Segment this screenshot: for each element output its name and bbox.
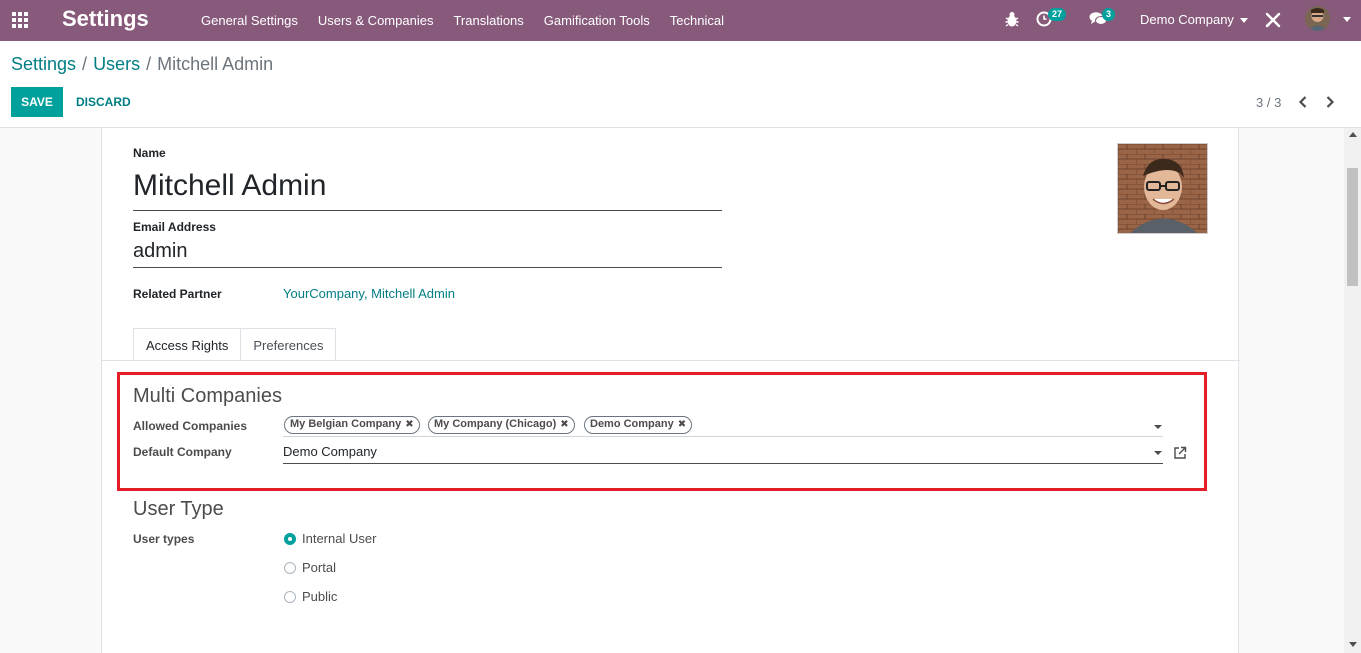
tag-my-belgian-company: My Belgian Company ✖: [284, 416, 420, 434]
default-company-value: Demo Company: [283, 444, 377, 459]
bug-icon[interactable]: [1004, 10, 1020, 28]
scroll-down-arrow-icon[interactable]: [1349, 642, 1357, 647]
related-partner-link[interactable]: YourCompany, Mitchell Admin: [283, 286, 455, 301]
control-panel: Settings / Users / Mitchell Admin SAVE DISCA…: [0, 41, 1361, 128]
name-label: Name: [133, 146, 166, 160]
menu-users-companies[interactable]: Users & Companies: [308, 13, 444, 28]
radio-unchecked-icon[interactable]: [284, 590, 296, 603]
remove-tag-icon[interactable]: ✖: [678, 419, 686, 430]
email-field[interactable]: admin: [133, 240, 187, 263]
tools-icon[interactable]: [1265, 12, 1281, 28]
breadcrumb-separator: /: [82, 54, 88, 74]
message-count-badge: 3: [1102, 8, 1116, 21]
related-partner-label: Related Partner: [133, 287, 222, 301]
allowed-companies-field[interactable]: My Belgian Company ✖ My Company (Chicago)…: [283, 416, 1163, 437]
app-title[interactable]: Settings: [62, 6, 149, 32]
external-link-icon[interactable]: [1173, 446, 1187, 460]
multi-companies-title: Multi Companies: [133, 385, 282, 407]
allowed-companies-label: Allowed Companies: [133, 419, 248, 433]
form-tabs: Access Rights Preferences: [133, 328, 337, 361]
tag-my-company-chicago: My Company (Chicago) ✖: [428, 416, 575, 434]
discard-button[interactable]: DISCARD: [76, 87, 131, 117]
company-switcher-label: Demo Company: [1140, 12, 1234, 27]
chevron-left-icon[interactable]: [1297, 95, 1309, 109]
breadcrumb-settings[interactable]: Settings: [11, 54, 76, 74]
chevron-down-icon: [1239, 18, 1248, 24]
tab-preferences[interactable]: Preferences: [240, 328, 337, 361]
radio-public[interactable]: Public: [284, 589, 337, 604]
tag-label: My Company (Chicago): [434, 418, 557, 430]
user-types-label: User types: [133, 532, 195, 546]
breadcrumb-users[interactable]: Users: [93, 54, 140, 74]
scrollbar-thumb[interactable]: [1347, 168, 1358, 286]
radio-checked-icon[interactable]: [284, 532, 296, 545]
menu-general-settings[interactable]: General Settings: [191, 13, 308, 28]
email-label: Email Address: [133, 220, 216, 234]
email-field-underline: [133, 267, 722, 268]
remove-tag-icon[interactable]: ✖: [405, 419, 413, 430]
radio-label: Internal User: [302, 531, 377, 546]
tag-label: My Belgian Company: [290, 418, 402, 430]
default-company-label: Default Company: [133, 445, 232, 459]
form-sheet: Name Mitchell Admin Email Address admin …: [101, 128, 1240, 653]
dropdown-caret-icon[interactable]: [1154, 451, 1162, 455]
radio-label: Portal: [302, 560, 336, 575]
save-button[interactable]: SAVE: [11, 87, 63, 117]
menu-translations[interactable]: Translations: [443, 13, 533, 28]
tag-demo-company: Demo Company ✖: [584, 416, 693, 434]
company-switcher[interactable]: Demo Company: [1140, 12, 1248, 27]
tag-label: Demo Company: [590, 418, 674, 430]
scroll-up-arrow-icon[interactable]: [1349, 132, 1357, 137]
radio-unchecked-icon[interactable]: [284, 561, 296, 574]
chevron-right-icon[interactable]: [1324, 95, 1336, 109]
dropdown-caret-icon[interactable]: [1154, 425, 1162, 429]
default-company-field[interactable]: Demo Company: [283, 444, 1163, 464]
breadcrumb-current: Mitchell Admin: [157, 54, 274, 74]
pager-value[interactable]: 3 / 3: [1256, 95, 1281, 110]
radio-portal[interactable]: Portal: [284, 560, 336, 575]
apps-menu-icon[interactable]: [11, 11, 29, 29]
radio-label: Public: [302, 589, 338, 604]
remove-tag-icon[interactable]: ✖: [560, 419, 568, 430]
breadcrumb-separator: /: [146, 54, 152, 74]
radio-internal-user[interactable]: Internal User: [284, 531, 376, 546]
menu-technical[interactable]: Technical: [660, 13, 734, 28]
name-field-underline: [133, 210, 722, 211]
breadcrumb: Settings / Users / Mitchell Admin: [11, 54, 273, 75]
user-type-title: User Type: [133, 498, 224, 520]
activity-count-badge: 27: [1048, 8, 1067, 21]
menu-gamification-tools[interactable]: Gamification Tools: [534, 13, 660, 28]
user-photo[interactable]: [1117, 143, 1208, 234]
main-menu: General Settings Users & Companies Trans…: [191, 0, 734, 41]
tab-access-rights[interactable]: Access Rights: [133, 328, 242, 361]
tabs-divider: [102, 360, 1240, 361]
avatar-chevron-down-icon[interactable]: [1343, 17, 1351, 22]
name-field[interactable]: Mitchell Admin: [133, 169, 326, 203]
vertical-scrollbar[interactable]: [1344, 128, 1361, 653]
user-avatar[interactable]: [1305, 6, 1330, 31]
top-navbar: Settings General Settings Users & Compan…: [0, 0, 1361, 41]
